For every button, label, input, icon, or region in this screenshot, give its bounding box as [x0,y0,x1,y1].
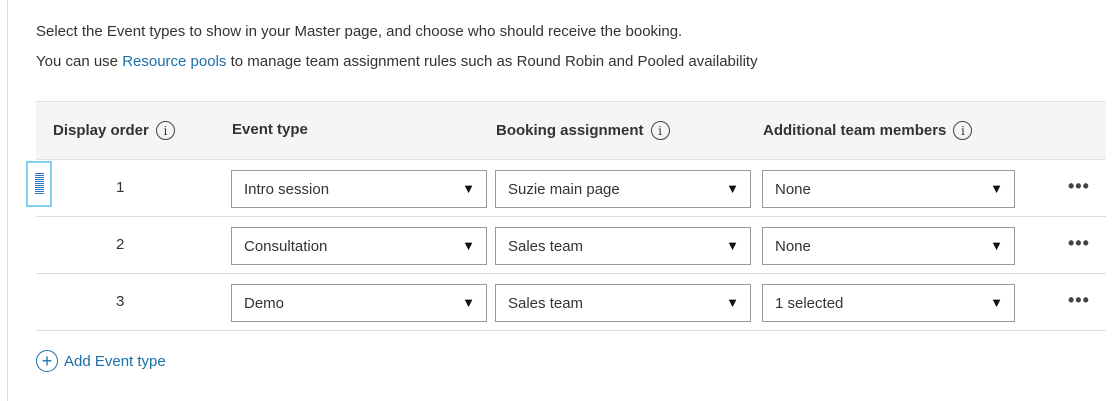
more-options-icon[interactable]: ••• [1068,290,1090,311]
additional-team-members-select[interactable]: None ▼ [762,170,1015,208]
intro-line-2: You can use Resource pools to manage tea… [36,52,758,72]
booking-assignment-select[interactable]: Sales team ▼ [495,284,751,322]
info-icon[interactable]: i [953,121,973,140]
resource-pools-link[interactable]: Resource pools [122,53,226,70]
table-row: 2 Consultation ▼ Sales team ▼ None ▼ ••• [36,217,1106,274]
select-value: None [775,237,811,255]
drag-handle-icon[interactable] [26,161,52,207]
header-event-type-label: Event type [232,121,308,138]
event-type-select[interactable]: Demo ▼ [231,284,487,322]
info-icon[interactable]: i [155,121,175,140]
select-value: None [775,180,811,198]
display-order-value: 3 [116,293,125,310]
header-display-order: Display order i [53,121,175,140]
header-additional-team-members-label: Additional team members [763,122,947,139]
drag-handle-lines [34,173,44,195]
select-value: Suzie main page [508,180,620,198]
select-value: 1 selected [775,294,844,312]
table-header: Display order i Event type Booking assig… [36,101,1106,160]
booking-assignment-select[interactable]: Suzie main page ▼ [495,170,751,208]
more-options-icon[interactable]: ••• [1068,176,1090,197]
header-booking-assignment: Booking assignment i [496,121,670,140]
select-value: Consultation [244,237,328,255]
header-display-order-label: Display order [53,122,149,139]
add-event-type-button[interactable]: + Add Event type [36,350,166,372]
add-event-type-label: Add Event type [64,352,166,370]
select-value: Demo [244,294,285,312]
table-row: 3 Demo ▼ Sales team ▼ 1 selected ▼ ••• [36,274,1106,331]
header-booking-assignment-label: Booking assignment [496,122,644,139]
select-value: Sales team [508,294,584,312]
panel-border [7,0,8,401]
display-order-value: 1 [116,179,125,196]
event-types-table: Display order i Event type Booking assig… [26,101,1106,331]
chevron-down-icon: ▼ [990,181,1003,196]
more-options-icon[interactable]: ••• [1068,233,1090,254]
chevron-down-icon: ▼ [726,238,739,253]
plus-circle-icon: + [36,350,58,372]
select-value: Sales team [508,237,584,255]
info-icon[interactable]: i [650,121,670,140]
chevron-down-icon: ▼ [726,295,739,310]
intro-line-2-end: to manage team assignment rules such as … [226,53,758,70]
intro-line-1: Select the Event types to show in your M… [36,23,683,40]
chevron-down-icon: ▼ [726,181,739,196]
intro-text: Select the Event types to show in your M… [36,22,758,82]
header-additional-team-members: Additional team members i [763,121,973,140]
select-value: Intro session [244,180,330,198]
display-order-value: 2 [116,236,125,253]
header-event-type: Event type [232,121,308,138]
chevron-down-icon: ▼ [462,181,475,196]
chevron-down-icon: ▼ [462,295,475,310]
table-row: 1 Intro session ▼ Suzie main page ▼ None ▼ … [26,160,1106,217]
event-type-select[interactable]: Consultation ▼ [231,227,487,265]
intro-line-2-start: You can use [36,53,123,70]
event-type-select[interactable]: Intro session ▼ [231,170,487,208]
additional-team-members-select[interactable]: 1 selected ▼ [762,284,1015,322]
chevron-down-icon: ▼ [462,238,475,253]
chevron-down-icon: ▼ [990,238,1003,253]
chevron-down-icon: ▼ [990,295,1003,310]
booking-assignment-select[interactable]: Sales team ▼ [495,227,751,265]
additional-team-members-select[interactable]: None ▼ [762,227,1015,265]
